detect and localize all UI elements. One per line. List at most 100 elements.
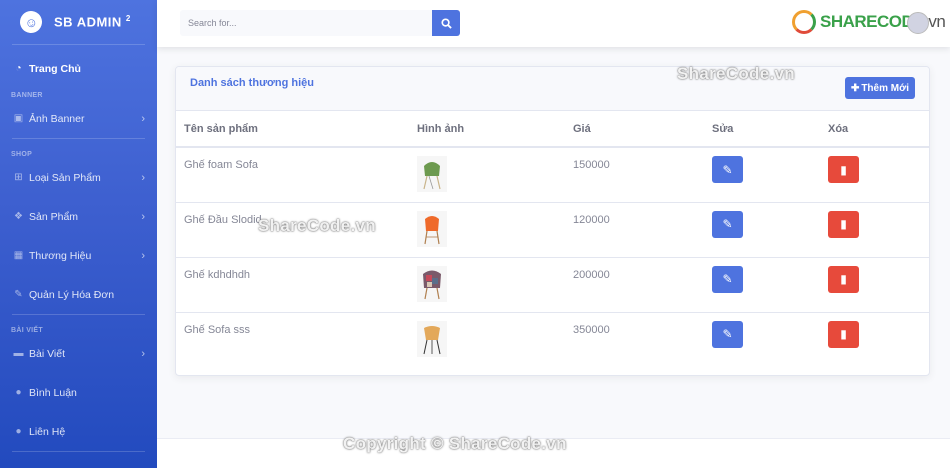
edit-button[interactable]: ✎ (712, 265, 743, 293)
column-header-delete: Xóa (820, 111, 929, 148)
page-title: Danh sách thương hiệu (190, 77, 314, 89)
chevron-right-icon: › (141, 112, 145, 125)
edit-icon: ✎ (722, 162, 733, 177)
column-header-name: Tên sản phẩm (176, 111, 409, 148)
column-header-image: Hình ảnh (409, 111, 565, 148)
product-price: 120000 (565, 202, 704, 258)
trash-icon: ▮ (840, 162, 847, 177)
product-name: Ghế kdhdhdh (176, 257, 409, 313)
add-new-button[interactable]: ✚ Thêm Mới (844, 77, 915, 99)
sidebar-item-label: Quản Lý Hóa Đơn (29, 288, 115, 301)
table-row: Ghế foam Sofa 150000 ✎ ▮ (176, 147, 929, 203)
search-form (180, 10, 460, 36)
product-image-cell (409, 257, 565, 313)
delete-button[interactable]: ▮ (828, 156, 859, 183)
orange-chair-image (417, 210, 447, 247)
sidebar-item-contact[interactable]: ● Liên Hệ (0, 412, 157, 451)
edit-button[interactable]: ✎ (712, 156, 743, 183)
sidebar-item-label: Ảnh Banner (29, 112, 85, 125)
watermark-text: ShareCode.vn (258, 216, 376, 235)
comments-icon: ● (15, 387, 22, 398)
avatar[interactable] (907, 12, 929, 34)
edit-icon: ✎ (722, 272, 733, 286)
search-icon (440, 17, 452, 29)
divider (12, 451, 145, 452)
brand-table: Tên sản phẩm Hình ảnh Giá Sửa Xóa Ghế fo… (176, 111, 929, 367)
chat-icon: ● (15, 426, 22, 437)
delete-cell: ▮ (820, 202, 929, 258)
delete-cell: ▮ (820, 147, 929, 203)
sidebar-item-label: Thương Hiệu (29, 249, 92, 262)
edit-cell: ✎ (704, 257, 820, 313)
edit-icon: ✎ (722, 217, 733, 231)
sidebar-item-label: Sản Phẩm (29, 210, 79, 223)
image-icon: ▣ (13, 113, 24, 124)
product-price: 150000 (565, 147, 704, 203)
product-price: 350000 (573, 323, 610, 336)
chevron-right-icon: › (141, 249, 145, 262)
dashboard-icon: ◔ (15, 63, 22, 74)
search-input[interactable] (180, 10, 432, 36)
plus-icon: ✚ (850, 82, 860, 94)
sidebar-item-label: Trang Chủ (29, 62, 81, 75)
product-image-cell (409, 312, 565, 367)
watermark-text: ShareCode.vn (677, 64, 795, 83)
cubes-icon: ❖ (14, 211, 23, 222)
trash-icon: ▮ (840, 217, 847, 231)
wrench-icon: ✎ (14, 289, 23, 300)
delete-button[interactable]: ▮ (828, 320, 859, 348)
sidebar-item-orders[interactable]: ✎ Quản Lý Hóa Đơn (0, 275, 157, 314)
sidebar-item-banner[interactable]: ▣ Ảnh Banner › (0, 99, 157, 138)
chevron-right-icon: › (141, 210, 145, 223)
folder-icon: ▬ (13, 348, 24, 359)
sidebar-item-label: Loại Sản Phẩm (29, 171, 101, 184)
sharecode-logo-icon (792, 10, 816, 34)
product-image-cell (409, 147, 565, 203)
trash-icon: ▮ (840, 272, 847, 286)
sidebar-heading-shop: SHOP (11, 151, 33, 158)
table-row: Ghế Sofa sss 350000 ✎ ▮ (176, 312, 929, 367)
sidebar-heading-posts: BÀI VIẾT (11, 327, 43, 334)
patchwork-chair-image (417, 265, 447, 302)
edit-icon: ✎ (722, 327, 733, 341)
sidebar-item-dashboard[interactable]: ◔ Trang Chủ (0, 45, 157, 92)
card-header: Danh sách thương hiệu ✚ Thêm Mới (176, 67, 929, 111)
trash-icon: ▮ (840, 327, 847, 341)
sidebar-item-posts[interactable]: ▬ Bài Viết › (0, 334, 157, 373)
sidebar-item-brand[interactable]: ▦ Thương Hiệu › (0, 236, 157, 275)
delete-cell: ▮ (820, 312, 929, 367)
edit-cell: ✎ (704, 312, 820, 367)
brand-version: 2 (125, 14, 131, 24)
sidebar-item-comments[interactable]: ● Bình Luận (0, 373, 157, 412)
sidebar: ☺ SB ADMIN 2 ◔ Trang Chủ BANNER ▣ Ảnh Ba… (0, 0, 157, 468)
delete-button[interactable]: ▮ (828, 210, 859, 238)
brand-name: SB ADMIN (54, 14, 122, 30)
topbar: SHARECODE.vn (157, 0, 950, 47)
sidebar-item-label: Bình Luận (29, 386, 77, 399)
sidebar-heading-banner: BANNER (11, 92, 43, 99)
edit-cell: ✎ (704, 202, 820, 258)
chevron-right-icon: › (141, 347, 145, 360)
sidebar-item-category[interactable]: ⊞ Loại Sản Phẩm › (0, 158, 157, 197)
chevron-right-icon: › (141, 171, 145, 184)
product-price: 200000 (565, 257, 704, 313)
table-row: Ghế kdhdhdh 200000 ✎ ▮ (176, 257, 929, 313)
sidebar-item-product[interactable]: ❖ Sản Phẩm › (0, 197, 157, 236)
delete-button[interactable]: ▮ (828, 265, 859, 293)
laugh-icon: ☺ (17, 8, 45, 36)
product-name: Ghế foam Sofa (176, 147, 409, 203)
search-button[interactable] (432, 10, 460, 36)
edit-button[interactable]: ✎ (712, 320, 743, 348)
column-header-price: Giá (565, 111, 704, 148)
watermark-copyright: Copyright © ShareCode.vn (343, 434, 567, 453)
table-header-row: Tên sản phẩm Hình ảnh Giá Sửa Xóa (176, 111, 929, 148)
edit-button[interactable]: ✎ (712, 210, 743, 238)
edit-cell: ✎ (704, 147, 820, 203)
green-chair-image (417, 156, 447, 192)
delete-cell: ▮ (820, 257, 929, 313)
sidebar-item-label: Bài Viết (29, 347, 65, 360)
product-image-cell (409, 202, 565, 258)
brand[interactable]: ☺ SB ADMIN 2 (0, 0, 157, 44)
sidebar-item-label: Liên Hệ (29, 425, 66, 438)
wood-chair-image (417, 320, 447, 357)
